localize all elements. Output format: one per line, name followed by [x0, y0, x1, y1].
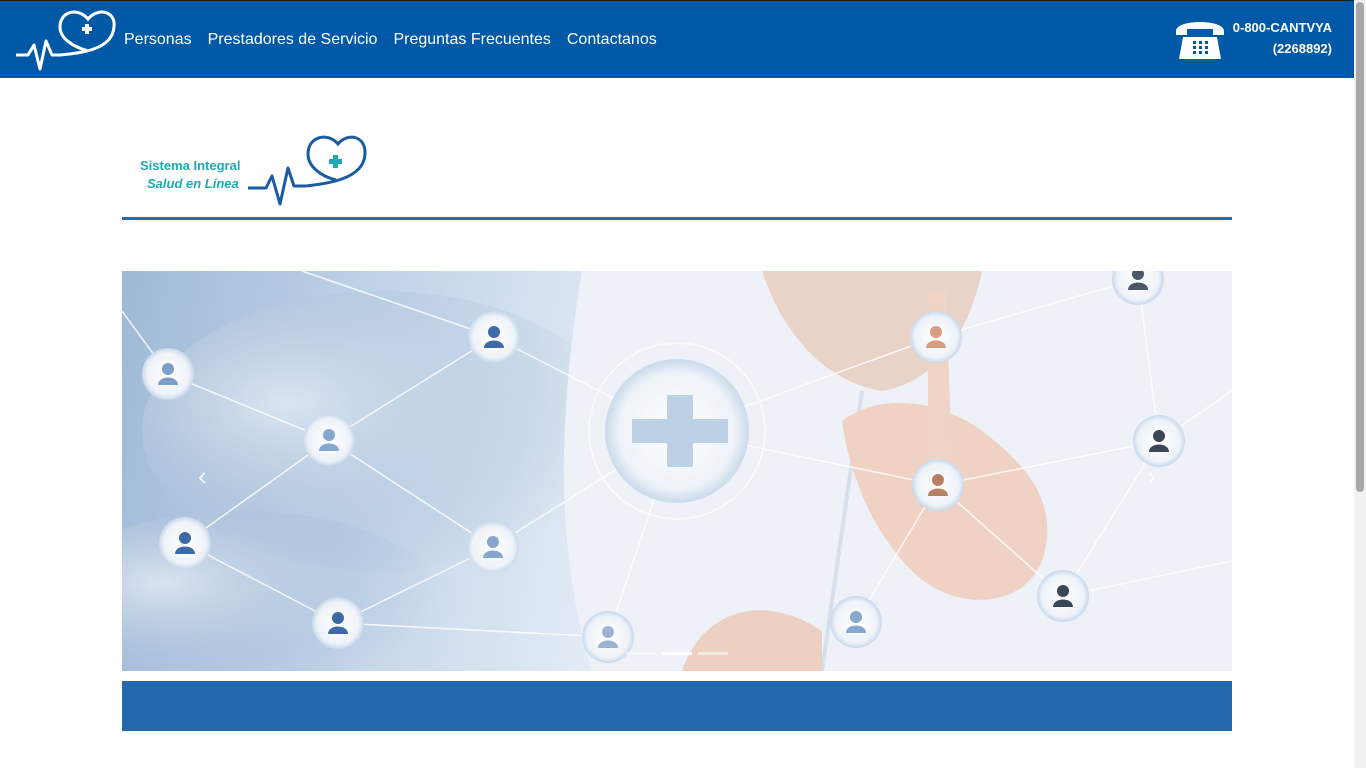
phone-number[interactable]: 0-800-CANTVYA (2268892) — [1233, 17, 1332, 59]
brand-subtitle: Salud en Línea — [147, 176, 239, 191]
chevron-right-icon[interactable]: › — [1147, 461, 1156, 492]
phone-line2: (2268892) — [1272, 41, 1332, 56]
header-divider — [122, 217, 1232, 220]
carousel-indicator[interactable] — [698, 652, 728, 655]
hero-carousel: ‹ › — [122, 271, 1232, 671]
nav-contactanos[interactable]: Contactanos — [567, 31, 657, 49]
carousel-indicators — [122, 652, 1232, 655]
carousel-indicator-active[interactable] — [662, 652, 692, 655]
brand-logo[interactable]: Sistema Integral Salud en Línea — [140, 132, 380, 212]
brand-title: Sistema Integral — [140, 158, 241, 173]
heart-pulse-cross-icon[interactable] — [14, 7, 118, 73]
telephone-icon — [1175, 22, 1224, 59]
chevron-left-icon[interactable]: ‹ — [198, 461, 207, 492]
scrollbar-thumb[interactable] — [1356, 2, 1364, 492]
phone-contact: 0-800-CANTVYA (2268892) — [1173, 15, 1332, 61]
blue-content-band — [122, 681, 1232, 731]
phone-line1: 0-800-CANTVYA — [1232, 20, 1332, 35]
main-nav: Personas Prestadores de Servicio Pregunt… — [124, 1, 673, 79]
nav-personas[interactable]: Personas — [124, 31, 192, 49]
carousel-image — [122, 271, 1232, 671]
heart-pulse-cross-icon — [248, 135, 367, 206]
nav-preguntas[interactable]: Preguntas Frecuentes — [393, 31, 550, 49]
page-scrollbar[interactable] — [1354, 0, 1366, 768]
nav-prestadores[interactable]: Prestadores de Servicio — [208, 31, 378, 49]
carousel-indicator[interactable] — [626, 652, 656, 655]
top-navbar: Personas Prestadores de Servicio Pregunt… — [0, 0, 1354, 78]
